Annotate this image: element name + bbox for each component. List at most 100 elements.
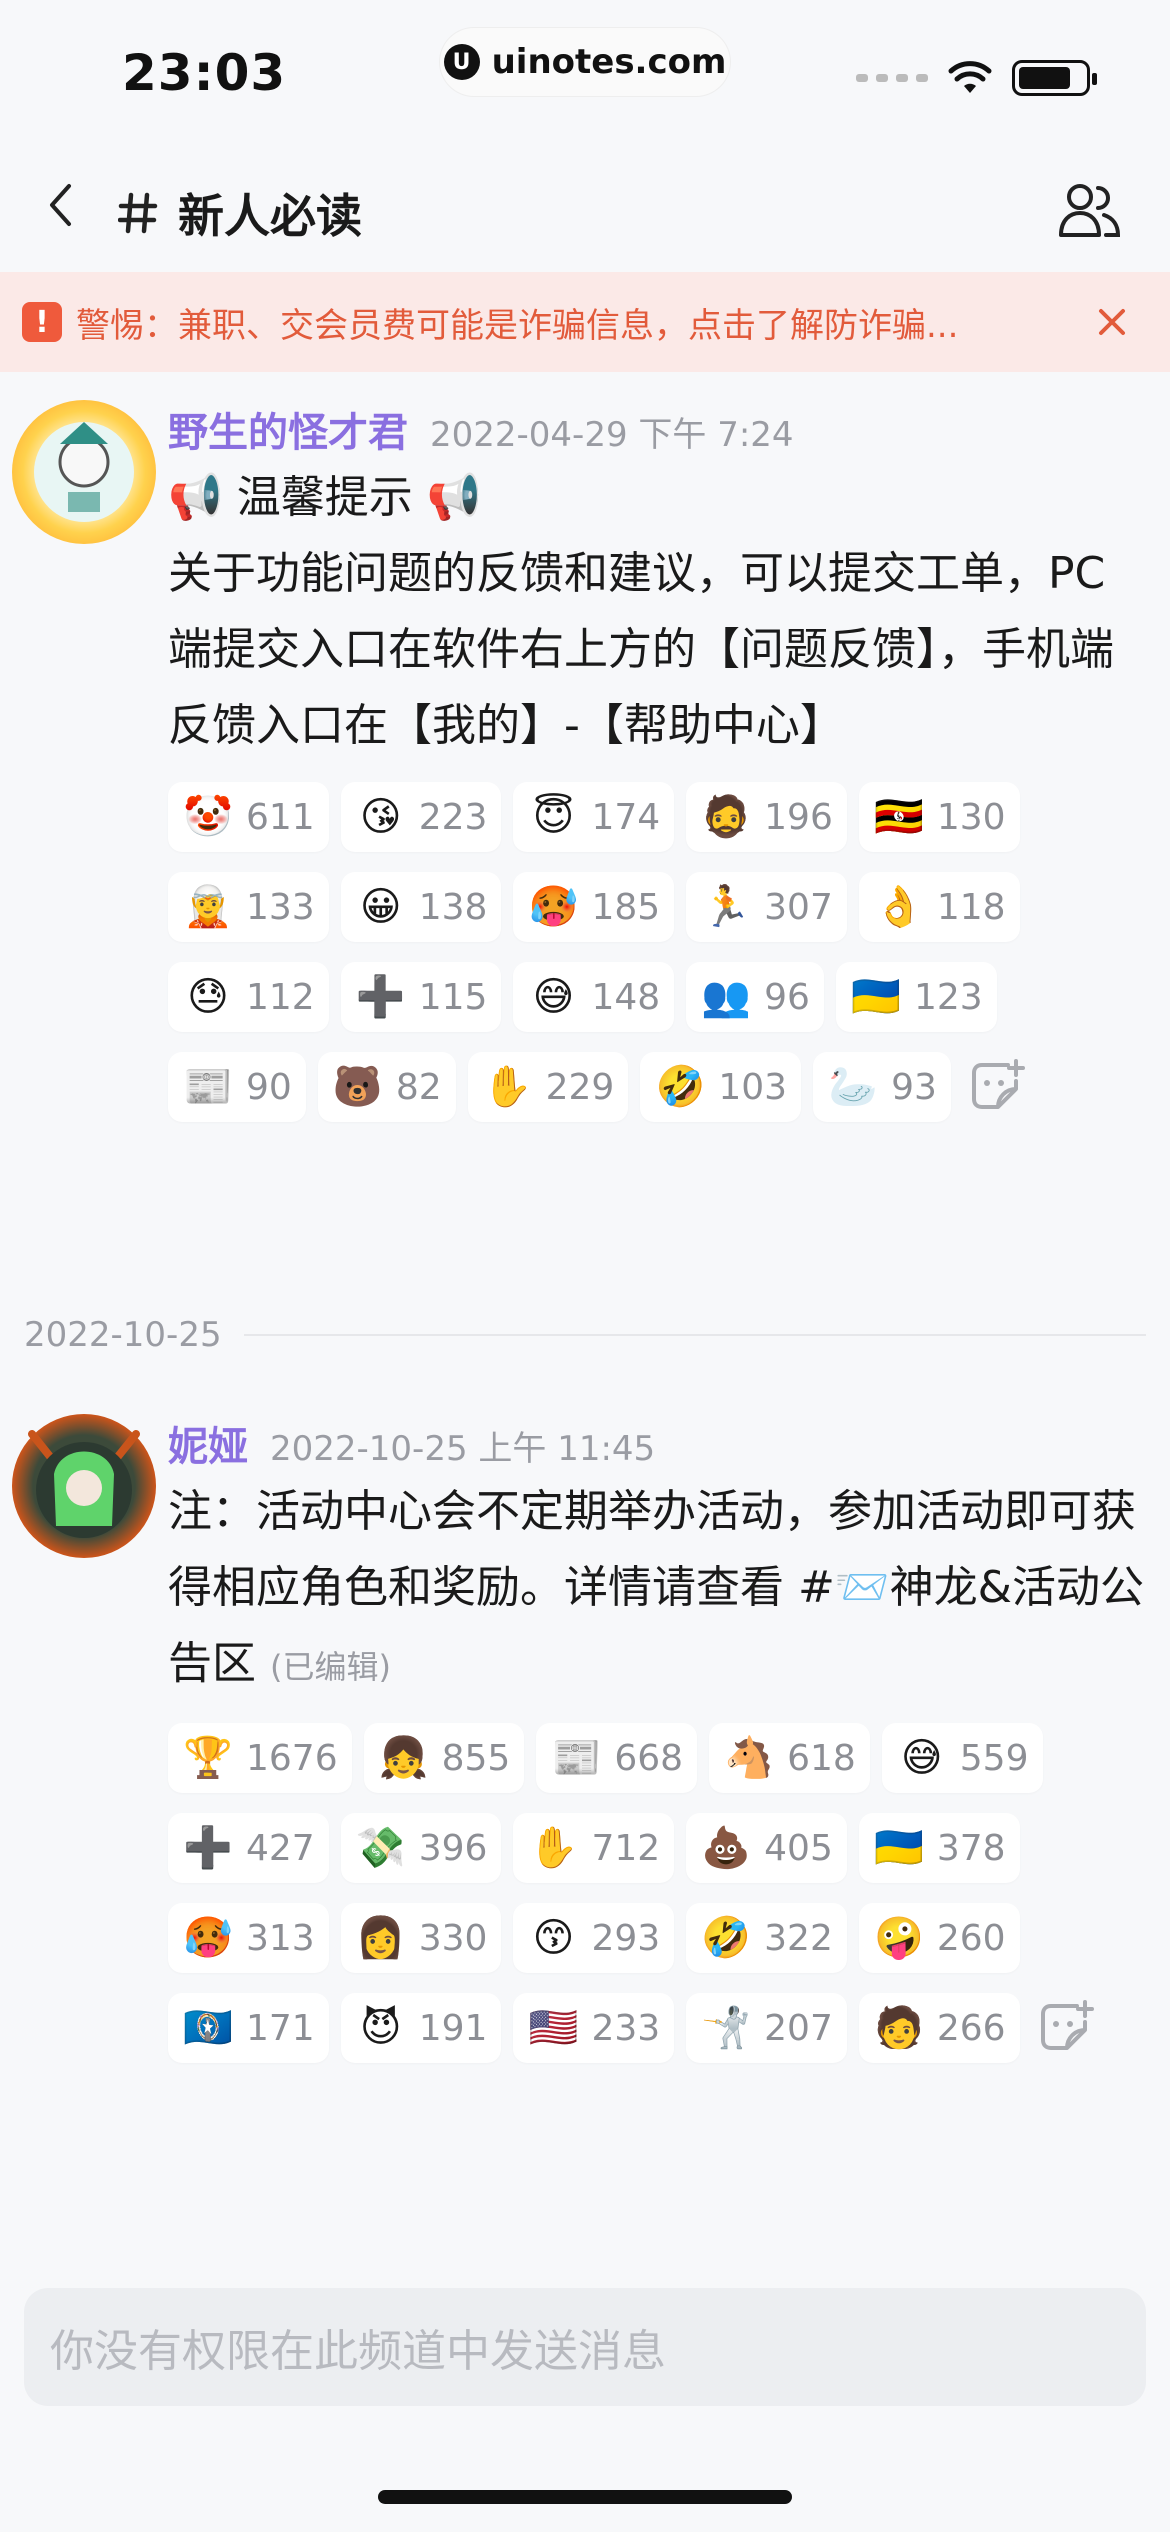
battery-icon	[1012, 60, 1097, 96]
reaction-emoji-icon: 🦢	[828, 1064, 878, 1110]
message-text: 注：活动中心会不定期举办活动，参加活动即可获得相应角色和奖励。详情请查看 #📨神…	[168, 1474, 1148, 1705]
reaction-chip[interactable]: 😀 138	[340, 872, 502, 942]
reaction-count: 130	[936, 796, 1006, 838]
divider-date: 2022-10-25	[24, 1315, 222, 1355]
reaction-emoji-icon: 👥	[701, 974, 752, 1020]
reaction-emoji-icon: ➕	[183, 1825, 233, 1871]
reaction-count: 207	[764, 2007, 833, 2049]
channel-name: 新人必读	[178, 189, 362, 243]
warning-text: 警惕：兼职、交会员费可能是诈骗信息，点击了解防诈骗...	[76, 305, 959, 346]
reaction-chip[interactable]: 🤣 322	[686, 1903, 847, 1973]
reaction-chip[interactable]: 👥 96	[686, 962, 824, 1032]
reaction-emoji-icon: ✋	[528, 1825, 579, 1871]
reaction-emoji-icon: 🤪	[873, 1915, 924, 1961]
avatar[interactable]	[12, 1414, 156, 1558]
reaction-chip[interactable]: 🤣 103	[640, 1052, 802, 1122]
reaction-chip[interactable]: 😅 148	[513, 962, 675, 1032]
reaction-chip[interactable]: 🏆 1676	[168, 1723, 352, 1793]
reaction-chip[interactable]: ✋ 229	[467, 1052, 629, 1122]
reaction-count: 427	[246, 1827, 315, 1869]
reaction-emoji-icon: 💸	[355, 1825, 406, 1871]
reaction-count: 191	[418, 2007, 488, 2049]
reaction-chip[interactable]: 🧔 196	[686, 782, 847, 852]
reaction-count: 133	[246, 886, 315, 928]
reaction-chip[interactable]: 🤡 611	[168, 782, 329, 852]
reaction-chip[interactable]: 👧 855	[363, 1723, 525, 1793]
back-button[interactable]	[30, 170, 90, 240]
reaction-chip[interactable]: 😘 223	[340, 782, 502, 852]
status-icons	[856, 60, 1097, 96]
reaction-chip[interactable]: 🤪 260	[858, 1903, 1020, 1973]
reaction-count: 223	[418, 796, 488, 838]
reaction-count: 378	[936, 1827, 1006, 1869]
reaction-chip[interactable]: 💸 396	[340, 1813, 502, 1883]
reaction-chip[interactable]: 🇺🇦 378	[858, 1813, 1020, 1883]
reaction-emoji-icon: 🧝	[183, 884, 233, 930]
message-timestamp: 2022-04-29 下午 7:24	[430, 415, 794, 455]
members-button[interactable]	[1050, 170, 1130, 250]
reaction-count: 712	[591, 1827, 661, 1869]
reaction-count: 123	[913, 976, 983, 1018]
reaction-chip[interactable]: 🦢 93	[813, 1052, 951, 1122]
reaction-emoji-icon: 🤣	[655, 1064, 706, 1110]
reaction-count: 196	[764, 796, 833, 838]
avatar[interactable]	[12, 400, 156, 544]
reaction-chip[interactable]: 🧝 133	[168, 872, 329, 942]
reaction-count: 260	[936, 1917, 1006, 1959]
reaction-chip[interactable]: 🇲🇵 171	[168, 1993, 329, 2063]
author-name[interactable]: 妮娅	[168, 1414, 248, 1472]
reaction-chip[interactable]: 😇 174	[513, 782, 675, 852]
reaction-chip[interactable]: 🥵 313	[168, 1903, 329, 1973]
reaction-emoji-icon: 😇	[532, 794, 575, 840]
author-name[interactable]: 野生的怪才君	[168, 400, 408, 458]
message-input[interactable]: 你没有权限在此频道中发送消息	[24, 2288, 1146, 2406]
reaction-chip[interactable]: 😅 559	[881, 1723, 1043, 1793]
reaction-chip[interactable]: 👩 330	[340, 1903, 502, 1973]
reaction-chip[interactable]: ✋ 712	[513, 1813, 675, 1883]
reaction-count: 118	[936, 886, 1006, 928]
reaction-chip[interactable]: 📰 90	[168, 1052, 306, 1122]
reaction-chip[interactable]: 😈 191	[340, 1993, 502, 2063]
reaction-chip[interactable]: 🐻 82	[317, 1052, 456, 1122]
reaction-emoji-icon: 😀	[359, 884, 402, 930]
reaction-count: 668	[614, 1737, 684, 1779]
reaction-count: 266	[936, 2007, 1006, 2049]
reaction-emoji-icon: 😅	[532, 974, 575, 1020]
reaction-chip[interactable]: 👌 118	[858, 872, 1020, 942]
add-reaction-button[interactable]	[963, 1052, 1033, 1122]
reaction-chip[interactable]: 🥵 185	[513, 872, 675, 942]
reaction-chip[interactable]: 😙 293	[513, 1903, 675, 1973]
reaction-chip[interactable]: 🇺🇦 123	[835, 962, 997, 1032]
close-icon	[1099, 309, 1125, 335]
reaction-chip[interactable]: 🇺🇸 233	[513, 1993, 675, 2063]
reaction-emoji-icon: 📰	[551, 1735, 602, 1781]
nav-bar: 新人必读	[0, 140, 1170, 270]
reaction-chip[interactable]: 💩 405	[686, 1813, 847, 1883]
reaction-count: 90	[246, 1066, 292, 1108]
reaction-chip[interactable]: ➕ 115	[340, 962, 502, 1032]
reaction-chip[interactable]: 😓 112	[168, 962, 329, 1032]
reaction-count: 185	[591, 886, 661, 928]
reaction-chip[interactable]: 📰 668	[536, 1723, 698, 1793]
reaction-count: 229	[545, 1066, 615, 1108]
fraud-warning-banner[interactable]: ! 警惕：兼职、交会员费可能是诈骗信息，点击了解防诈骗...	[0, 272, 1170, 372]
reaction-count: 138	[418, 886, 488, 928]
reaction-chip[interactable]: 🏃 307	[686, 872, 847, 942]
reaction-chip[interactable]: 🇺🇬 130	[858, 782, 1020, 852]
reaction-emoji-icon: 😓	[187, 974, 229, 1020]
add-reaction-button[interactable]	[1032, 1993, 1102, 2063]
reaction-count: 96	[764, 976, 810, 1018]
reaction-count: 115	[418, 976, 488, 1018]
reaction-chip[interactable]: 🧑 266	[858, 1993, 1020, 2063]
reaction-count: 396	[418, 1827, 488, 1869]
reaction-chip[interactable]: ➕ 427	[168, 1813, 329, 1883]
reaction-count: 313	[246, 1917, 315, 1959]
close-banner-button[interactable]	[1090, 300, 1134, 344]
message-text: 关于功能问题的反馈和建议，可以提交工单，PC端提交入口在软件右上方的【问题反馈】…	[168, 548, 1114, 751]
add-emoji-icon	[971, 1059, 1025, 1109]
reaction-count: 855	[441, 1737, 511, 1779]
add-emoji-icon	[1040, 2000, 1094, 2050]
reaction-chip[interactable]: 🐴 618	[709, 1723, 870, 1793]
reaction-chip[interactable]: 🤺 207	[686, 1993, 847, 2063]
edited-label: (已编辑)	[270, 1648, 391, 1686]
